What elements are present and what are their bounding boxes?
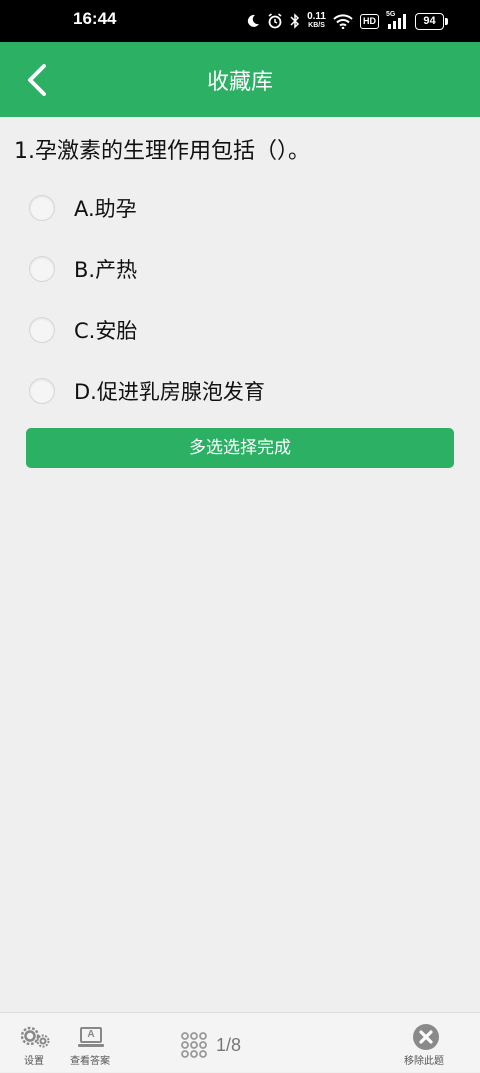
option-label: A.助孕	[74, 197, 137, 221]
page-indicator[interactable]: 1/8	[180, 1031, 241, 1059]
submit-multi-select-button[interactable]: 多选选择完成	[26, 428, 454, 468]
answer-screen-icon: A	[80, 1027, 102, 1043]
wifi-icon	[333, 13, 353, 29]
moon-icon	[247, 14, 260, 27]
status-bar: 16:44 0.11 KB/S HD 5G 94	[0, 0, 480, 42]
remove-question-label: 移除此题	[404, 1056, 444, 1067]
status-icons: 0.11 KB/S HD 5G 94	[246, 8, 448, 34]
option-label: C.安胎	[74, 319, 138, 343]
settings-label: 设置	[24, 1056, 44, 1067]
remove-question-button[interactable]: 移除此题	[400, 1013, 454, 1073]
radio-circle-icon[interactable]	[29, 256, 55, 282]
answer-screen-stand	[78, 1044, 104, 1047]
net-speed: 0.11 KB/S	[307, 11, 326, 30]
option-d[interactable]: D.促进乳房腺泡发育	[29, 369, 449, 413]
radio-circle-icon[interactable]	[29, 378, 55, 404]
view-answer-label: 查看答案	[70, 1056, 110, 1067]
view-answer-button[interactable]: A 查看答案	[68, 1013, 114, 1073]
option-label: D.促进乳房腺泡发育	[74, 380, 265, 404]
signal-icon	[388, 13, 406, 29]
option-label: B.产热	[74, 258, 138, 282]
settings-button[interactable]: 设置	[16, 1013, 56, 1073]
bottom-toolbar: 设置 A 查看答案 1/8 移除此题	[0, 1012, 480, 1072]
header-bar: 收藏库	[0, 42, 480, 117]
battery-icon: 94	[415, 12, 448, 30]
radio-circle-icon[interactable]	[29, 317, 55, 343]
radio-circle-icon[interactable]	[29, 195, 55, 221]
close-circle-icon	[413, 1024, 439, 1050]
alarm-icon	[268, 13, 282, 29]
question-text: 1.孕激素的生理作用包括（）。	[14, 139, 310, 164]
gears-icon	[20, 1026, 50, 1048]
option-c[interactable]: C.安胎	[29, 308, 449, 352]
page-count: 1/8	[216, 1034, 242, 1055]
signal: 5G	[386, 11, 408, 30]
grid-dots-icon	[181, 1032, 207, 1058]
option-b[interactable]: B.产热	[29, 247, 449, 291]
option-a[interactable]: A.助孕	[29, 186, 449, 230]
page-title: 收藏库	[206, 70, 273, 95]
status-time: 16:44	[73, 9, 117, 28]
bluetooth-icon	[290, 13, 300, 29]
hd-badge: HD	[360, 13, 379, 29]
